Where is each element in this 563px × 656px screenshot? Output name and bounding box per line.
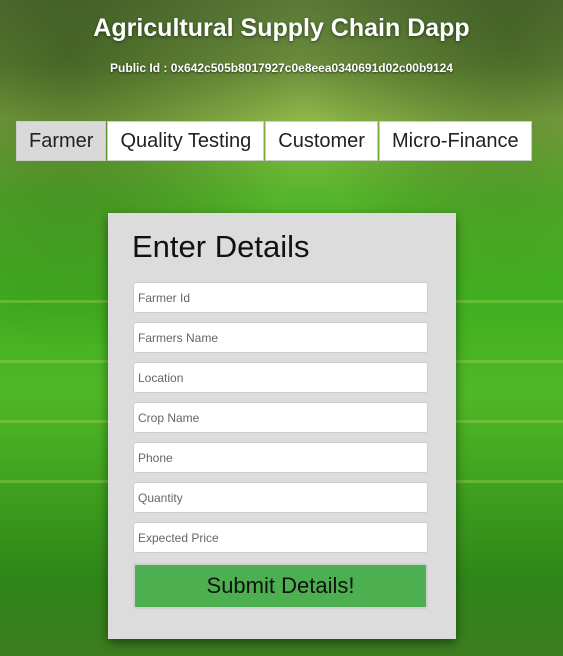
details-form-card: Enter Details Submit Details! <box>108 213 456 639</box>
tab-micro-finance[interactable]: Micro-Finance <box>378 121 532 161</box>
farmer-id-field[interactable] <box>133 282 428 313</box>
tab-farmer[interactable]: Farmer <box>16 121 107 161</box>
crop-name-field[interactable] <box>133 402 428 433</box>
quantity-field[interactable] <box>133 482 428 513</box>
role-tabs: Farmer Quality Testing Customer Micro-Fi… <box>16 121 533 161</box>
phone-field[interactable] <box>133 442 428 473</box>
expected-price-field[interactable] <box>133 522 428 553</box>
tab-quality-testing[interactable]: Quality Testing <box>107 121 265 161</box>
form-title: Enter Details <box>132 229 310 264</box>
location-field[interactable] <box>133 362 428 393</box>
public-id-text: Public Id : 0x642c505b8017927c0e8eea0340… <box>110 61 453 75</box>
app-title: Agricultural Supply Chain Dapp <box>93 14 470 42</box>
tab-customer[interactable]: Customer <box>265 121 378 161</box>
submit-details-button[interactable]: Submit Details! <box>133 563 428 609</box>
farmers-name-field[interactable] <box>133 322 428 353</box>
